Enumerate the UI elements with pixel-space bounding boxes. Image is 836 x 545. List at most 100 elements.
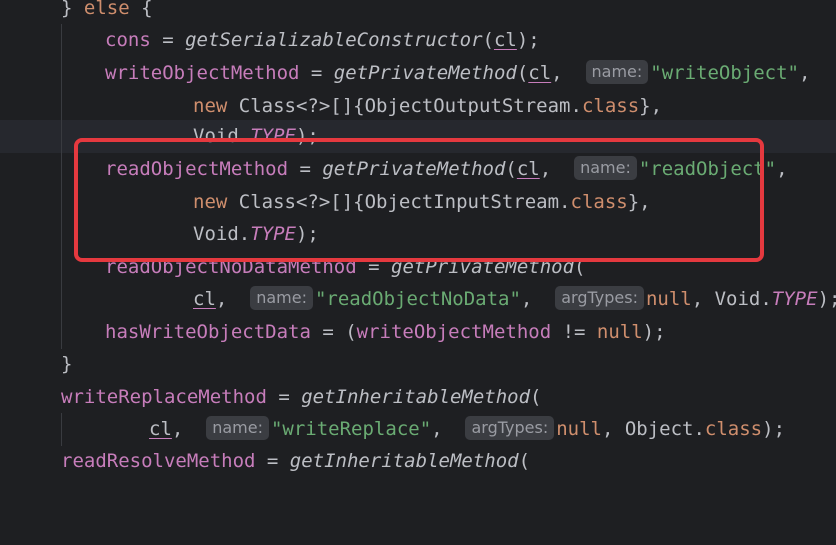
code-token: ); <box>817 288 836 310</box>
keyword-token: new <box>193 191 228 213</box>
code-token: = <box>288 158 323 180</box>
param-token: cl <box>516 158 540 180</box>
param-token: cl <box>493 29 517 51</box>
code-token: = <box>356 256 391 278</box>
code-line-else[interactable]: } else { <box>0 0 836 25</box>
code-token: = <box>266 386 302 408</box>
code-token: Class<?>[]{ObjectInputStream. <box>227 191 571 213</box>
code-text: cl, name: "writeReplace", argTypes: null, … <box>149 413 785 446</box>
indent-guide <box>61 251 62 284</box>
code-token: { <box>129 0 153 19</box>
code-line-void-type[interactable]: Void.TYPE); <box>0 218 836 251</box>
code-line-write-object-method[interactable]: writeObjectMethod = getPrivateMethod(cl,… <box>0 57 836 90</box>
parameter-hint: argTypes: <box>465 416 555 440</box>
keyword-token: null <box>556 418 602 440</box>
code-line-new-class-output[interactable]: new Class<?>[]{ObjectOutputStream.class}… <box>0 90 836 123</box>
code-token: } <box>61 353 73 375</box>
keyword-token: class <box>581 95 640 117</box>
indent-guide <box>61 153 62 186</box>
constant-token: TYPE <box>250 125 296 147</box>
string-literal: "writeObject" <box>650 62 799 84</box>
indent-guide <box>61 283 62 316</box>
code-token: = <box>150 29 186 51</box>
code-line-write-replace-method[interactable]: writeReplaceMethod = getInheritableMetho… <box>0 381 836 414</box>
field-token: writeObjectMethod <box>105 62 300 84</box>
method-token: getSerializableConstructor <box>185 29 483 51</box>
code-line-read-object-no-data-method[interactable]: readObjectNoDataMethod = getPrivateMetho… <box>0 251 836 284</box>
field-token: hasWriteObjectData <box>105 321 311 343</box>
keyword-token: else <box>83 0 130 19</box>
code-text: cl, name: "readObjectNoData", argTypes: nu… <box>193 283 836 316</box>
code-token: ); <box>295 125 319 147</box>
keyword-token: null <box>596 321 643 343</box>
code-token: Void. <box>193 223 251 245</box>
code-token: , <box>798 62 811 84</box>
parameter-hint: name: <box>206 416 269 440</box>
code-text: } else { <box>61 0 153 25</box>
indent-guide <box>61 316 62 349</box>
indent-guide <box>61 57 62 90</box>
indent-guide <box>61 24 62 57</box>
param-token: cl <box>193 288 216 310</box>
parameter-hint: name: <box>250 286 313 310</box>
code-token: ); <box>762 418 786 440</box>
code-line-has-write-object-data[interactable]: hasWriteObjectData = (writeObjectMethod … <box>0 316 836 349</box>
code-token: }, <box>639 95 663 117</box>
code-text: new Class<?>[]{ObjectOutputStream.class}… <box>193 90 662 123</box>
code-token: ( <box>516 62 529 84</box>
field-token: readResolveMethod <box>61 450 256 472</box>
string-literal: "readObject" <box>638 158 777 180</box>
indent-guide <box>61 413 62 446</box>
method-token: getPrivateMethod <box>333 62 517 84</box>
code-text: Void.TYPE); <box>193 120 319 153</box>
code-line-void-type-current[interactable]: Void.TYPE); <box>0 120 836 153</box>
field-token: writeObjectMethod <box>356 321 552 343</box>
constant-token: TYPE <box>250 223 296 245</box>
code-token: ( <box>530 386 542 408</box>
keyword-token: class <box>570 191 628 213</box>
code-token: , <box>431 418 466 440</box>
string-literal: "writeReplace" <box>270 418 432 440</box>
method-token: getInheritableMethod <box>301 386 531 408</box>
keyword-token: null <box>645 288 692 310</box>
code-token: , <box>551 62 586 84</box>
code-text: Void.TYPE); <box>193 218 319 251</box>
code-text: cons = getSerializableConstructor(cl); <box>105 24 540 57</box>
code-token: ); <box>295 223 319 245</box>
constant-token: TYPE <box>771 288 818 310</box>
code-token: ( <box>574 256 586 278</box>
field-token: cons <box>105 29 151 51</box>
code-text: writeReplaceMethod = getInheritableMetho… <box>61 381 541 414</box>
code-text: new Class<?>[]{ObjectInputStream.class}, <box>193 186 651 219</box>
code-token: ); <box>642 321 666 343</box>
code-token: , Object. <box>601 418 705 440</box>
code-token: , <box>520 288 556 310</box>
parameter-hint: name: <box>585 60 649 84</box>
code-text: readObjectNoDataMethod = getPrivateMetho… <box>105 251 585 284</box>
parameter-hint: name: <box>574 156 637 180</box>
keyword-token: new <box>193 95 228 117</box>
code-line-cons[interactable]: cons = getSerializableConstructor(cl); <box>0 24 836 57</box>
code-token: } <box>61 0 84 19</box>
code-line-close-brace[interactable]: } <box>0 348 836 381</box>
code-token: ( <box>482 29 494 51</box>
field-token: readObjectMethod <box>105 158 289 180</box>
code-text: readObjectMethod = getPrivateMethod(cl, … <box>105 153 788 186</box>
code-token: , <box>539 158 575 180</box>
code-text: } <box>61 348 72 381</box>
code-line-read-object-no-data-args[interactable]: cl, name: "readObjectNoData", argTypes: nu… <box>0 283 836 316</box>
method-token: getPrivateMethod <box>322 158 506 180</box>
code-token: ); <box>516 29 540 51</box>
code-line-new-class-input[interactable]: new Class<?>[]{ObjectInputStream.class}, <box>0 186 836 219</box>
code-line-write-replace-args[interactable]: cl, name: "writeReplace", argTypes: null, … <box>0 413 836 446</box>
code-token: , <box>776 158 788 180</box>
code-text: readResolveMethod = getInheritableMethod… <box>61 445 530 478</box>
code-token: , <box>215 288 251 310</box>
code-editor[interactable]: } else { cons = getSerializableConstruct… <box>0 0 836 472</box>
code-line-read-object-method[interactable]: readObjectMethod = getPrivateMethod(cl, … <box>0 153 836 186</box>
code-token: = ( <box>310 321 357 343</box>
code-token: , <box>171 418 207 440</box>
code-token: Void. <box>193 125 251 147</box>
code-line-read-resolve-method[interactable]: readResolveMethod = getInheritableMethod… <box>0 445 836 478</box>
indent-guide <box>61 90 62 123</box>
